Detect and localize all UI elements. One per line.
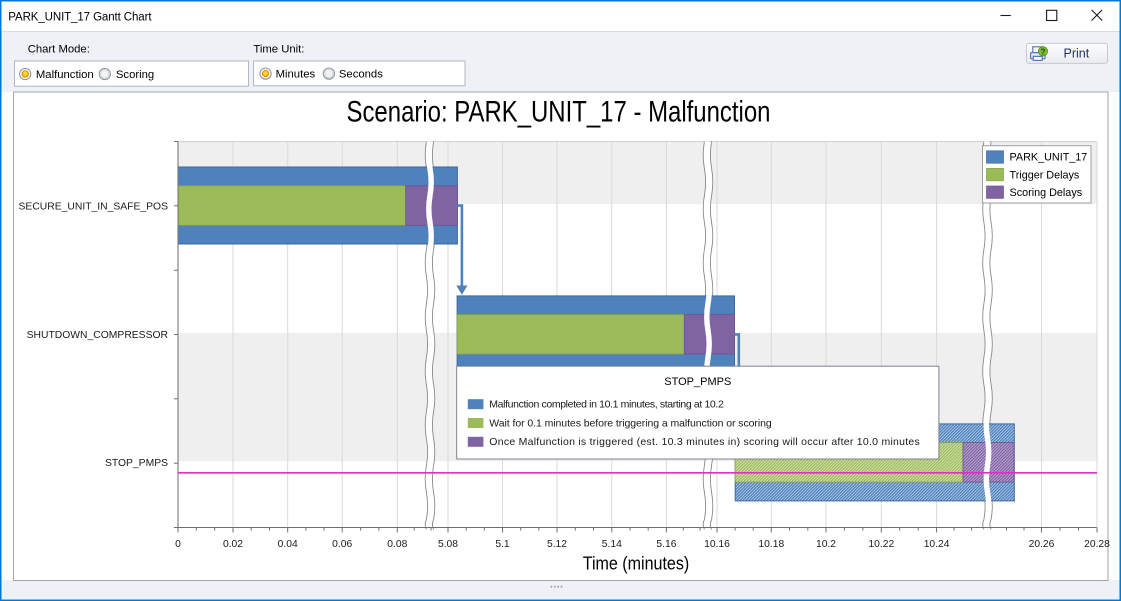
svg-text:5.12: 5.12 <box>547 539 567 550</box>
svg-text:Wait for 0.1 minutes before tr: Wait for 0.1 minutes before triggering a… <box>489 417 772 429</box>
svg-text:PARK_UNIT_17 Gantt Chart: PARK_UNIT_17 Gantt Chart <box>8 11 152 23</box>
svg-text:SHUTDOWN_COMPRESSOR: SHUTDOWN_COMPRESSOR <box>27 330 168 341</box>
svg-text:0.04: 0.04 <box>278 539 298 550</box>
svg-text:Print: Print <box>1064 47 1090 61</box>
svg-text:10.2: 10.2 <box>816 539 836 550</box>
svg-text:Time Unit:: Time Unit: <box>253 44 304 56</box>
svg-text:10.16: 10.16 <box>704 539 730 550</box>
svg-text:5.1: 5.1 <box>495 539 510 550</box>
svg-text:Scoring Delays: Scoring Delays <box>1010 187 1083 199</box>
svg-text:10.24: 10.24 <box>924 539 950 550</box>
svg-text:0.08: 0.08 <box>387 539 407 550</box>
svg-text:?: ? <box>1040 46 1045 56</box>
svg-text:PARK_UNIT_17: PARK_UNIT_17 <box>1010 152 1088 164</box>
svg-text:20.28: 20.28 <box>1084 539 1110 550</box>
svg-text:Time (minutes): Time (minutes) <box>583 553 690 574</box>
svg-text:5.16: 5.16 <box>656 539 676 550</box>
svg-text:0.02: 0.02 <box>223 539 243 550</box>
svg-text:0.06: 0.06 <box>332 539 352 550</box>
svg-text:10.22: 10.22 <box>868 539 894 550</box>
svg-text:Scenario: PARK_UNIT_17 - Malfu: Scenario: PARK_UNIT_17 - Malfunction <box>347 95 771 128</box>
svg-text:STOP_PMPS: STOP_PMPS <box>664 376 731 388</box>
svg-text:STOP_PMPS: STOP_PMPS <box>105 458 168 469</box>
svg-text:20.26: 20.26 <box>1029 539 1055 550</box>
svg-text:Malfunction: Malfunction <box>36 69 94 81</box>
svg-text:Malfunction completed in 10.1: Malfunction completed in 10.1 minutes, s… <box>489 399 724 411</box>
svg-text:Trigger Delays: Trigger Delays <box>1010 169 1080 181</box>
svg-text:Chart Mode:: Chart Mode: <box>28 44 90 56</box>
svg-text:SECURE_UNIT_IN_SAFE_POS: SECURE_UNIT_IN_SAFE_POS <box>19 201 169 212</box>
svg-text:Seconds: Seconds <box>339 69 383 81</box>
svg-text:0: 0 <box>175 539 181 550</box>
svg-text:5.08: 5.08 <box>438 539 458 550</box>
svg-text:Once Malfunction is triggered: Once Malfunction is triggered (est. 10.3… <box>489 436 920 448</box>
svg-text:Minutes: Minutes <box>276 69 316 81</box>
svg-text:5.14: 5.14 <box>602 539 622 550</box>
svg-text:Scoring: Scoring <box>116 69 154 81</box>
svg-text:10.18: 10.18 <box>758 539 784 550</box>
